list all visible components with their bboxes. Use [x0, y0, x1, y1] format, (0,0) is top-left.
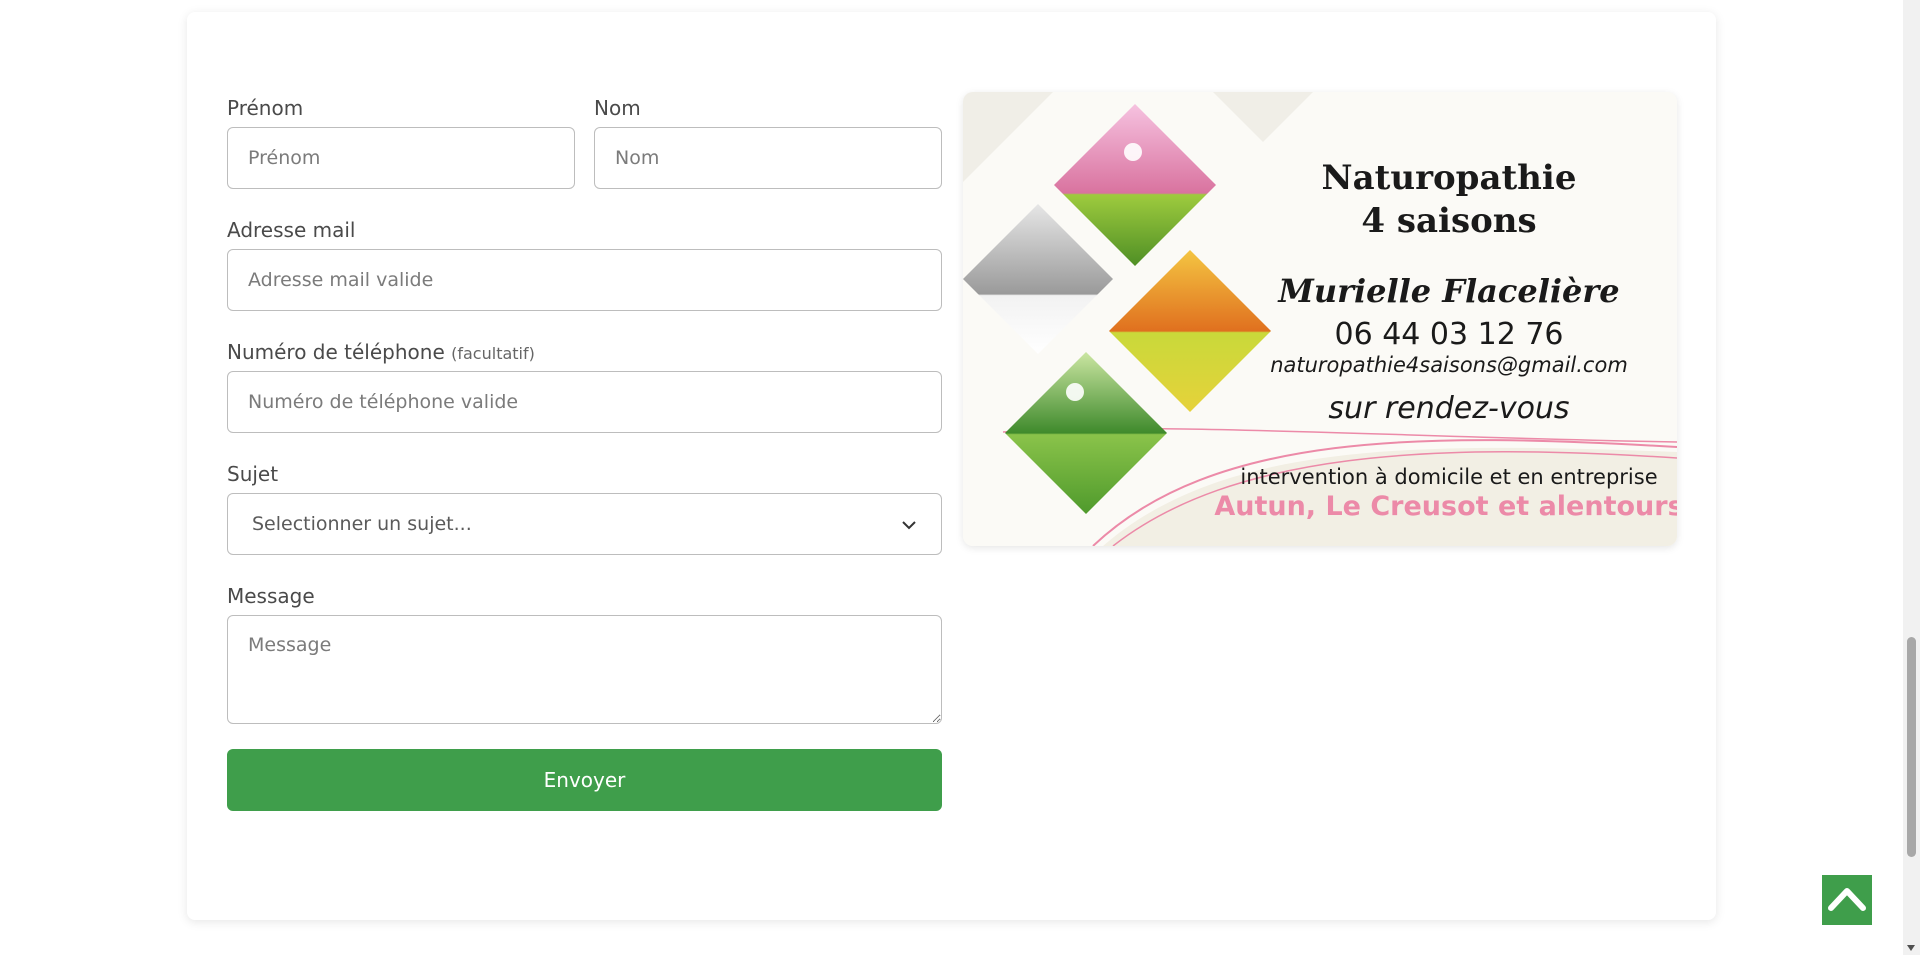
nom-label: Nom [594, 96, 641, 120]
banner-area: Autun, Le Creusot et alentours [1214, 491, 1677, 522]
phone-label: Numéro de téléphone (facultatif) [227, 340, 535, 364]
banner-title-line1: Naturopathie [1322, 158, 1577, 198]
banner-graphic: Naturopathie 4 saisons Murielle Flaceliè… [963, 92, 1677, 546]
banner-email: naturopathie4saisons@gmail.com [1270, 353, 1628, 377]
page-scrollbar[interactable] [1903, 0, 1920, 955]
subject-selected-value: Selectionner un sujet... [252, 513, 472, 535]
nom-input[interactable] [594, 127, 942, 189]
message-label: Message [227, 584, 315, 608]
banner-service: intervention à domicile et en entreprise [1240, 465, 1657, 489]
banner-appointment: sur rendez-vous [1328, 391, 1569, 426]
subject-label: Sujet [227, 462, 279, 486]
email-label: Adresse mail [227, 218, 356, 242]
phone-label-text: Numéro de téléphone [227, 340, 445, 364]
phone-optional-hint: (facultatif) [451, 344, 535, 363]
contact-card: Prénom Nom Adresse mail Numéro de téléph… [187, 12, 1716, 920]
banner-title-line2: 4 saisons [1361, 201, 1536, 241]
banner-phone: 06 44 03 12 76 [1334, 317, 1563, 352]
submit-button[interactable]: Envoyer [227, 749, 942, 811]
chevron-down-icon [901, 513, 917, 535]
subject-select[interactable]: Selectionner un sujet... [227, 493, 942, 555]
naturopathy-banner: Naturopathie 4 saisons Murielle Flaceliè… [963, 92, 1677, 546]
prenom-label: Prénom [227, 96, 304, 120]
email-input[interactable] [227, 249, 942, 311]
banner-practitioner-name: Murielle Flacelière [1277, 272, 1619, 310]
scroll-to-top-button[interactable] [1822, 875, 1872, 925]
scrollbar-thumb[interactable] [1907, 637, 1916, 857]
message-textarea[interactable] [227, 615, 942, 724]
phone-input[interactable] [227, 371, 942, 433]
prenom-input[interactable] [227, 127, 575, 189]
chevron-up-icon [1827, 884, 1867, 917]
scroll-down-arrow-icon[interactable] [1907, 945, 1915, 951]
